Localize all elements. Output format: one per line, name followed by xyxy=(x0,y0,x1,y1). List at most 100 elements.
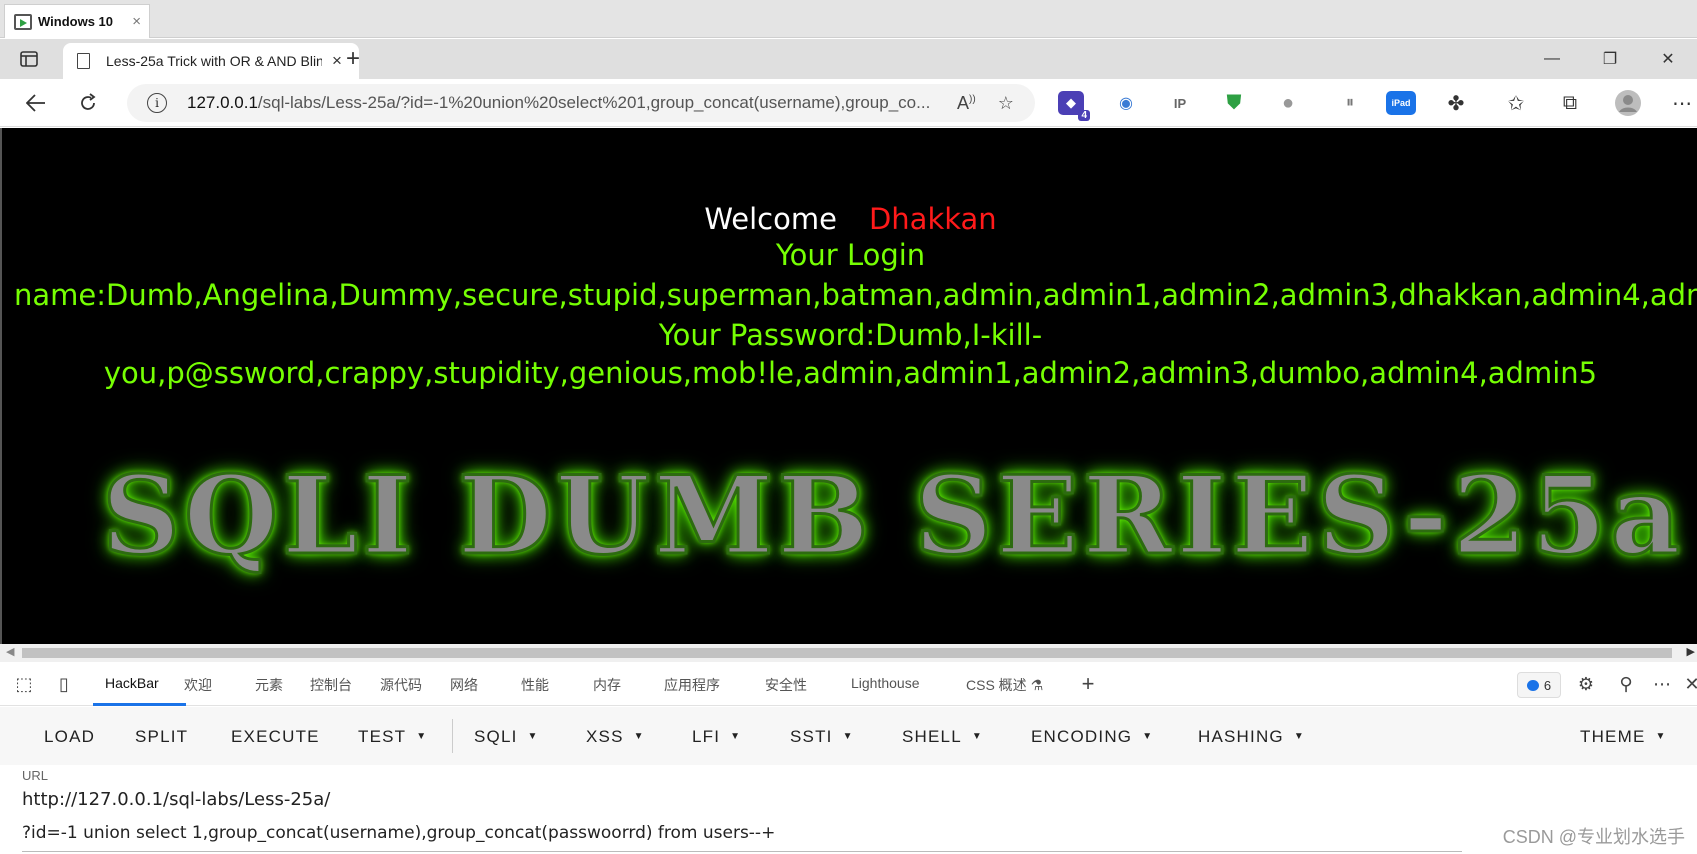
shell-label: SHELL xyxy=(902,727,962,746)
address-host: 127.0.0.1 xyxy=(187,93,258,112)
tab-welcome[interactable]: 欢迎 xyxy=(184,675,212,695)
tab-network[interactable]: 网络 xyxy=(450,675,478,695)
restore-button[interactable]: ❐ xyxy=(1581,39,1639,79)
tab-hackbar[interactable]: HackBar xyxy=(105,675,159,691)
tab-performance[interactable]: 性能 xyxy=(521,675,549,695)
extensions-icon[interactable]: ✤ xyxy=(1440,87,1472,119)
minimize-button[interactable]: — xyxy=(1523,39,1581,79)
ssti-label: SSTI xyxy=(790,727,833,746)
chevron-down-icon: ▼ xyxy=(527,731,539,742)
flask-icon: ⚗ xyxy=(1030,677,1044,693)
xss-dropdown[interactable]: XSS ▼ xyxy=(586,727,645,747)
test-dropdown[interactable]: TEST ▼ xyxy=(358,727,427,747)
close-devtools-icon[interactable]: ✕ xyxy=(1680,672,1697,696)
hackbar-toolbar: LOAD SPLIT EXECUTE TEST ▼ SQLI ▼ XSS ▼ LFI ▼… xyxy=(0,707,1697,765)
encoding-dropdown[interactable]: ENCODING ▼ xyxy=(1031,727,1153,747)
toolbar-divider xyxy=(452,719,453,753)
inspect-element-icon[interactable]: ⬚ xyxy=(12,672,36,696)
chevron-down-icon: ▼ xyxy=(416,731,428,742)
tab-css-overview[interactable]: CSS 概述 ⚗ xyxy=(966,675,1043,695)
favorites-icon[interactable]: ✩ xyxy=(1500,87,1532,119)
user-name: Dhakkan xyxy=(868,202,997,236)
execute-button[interactable]: EXECUTE xyxy=(231,727,320,747)
vm-tab-close-icon[interactable]: × xyxy=(132,13,141,30)
password-line-1: Your Password:Dumb,I-kill- xyxy=(658,318,1043,352)
shell-dropdown[interactable]: SHELL ▼ xyxy=(902,727,983,747)
url-label: URL xyxy=(22,768,49,783)
lfi-label: LFI xyxy=(692,727,721,746)
horizontal-scrollbar[interactable]: ◀ ▶ xyxy=(0,644,1697,662)
add-favorite-icon[interactable]: ☆ xyxy=(998,93,1014,114)
active-tab-indicator xyxy=(93,703,186,706)
tab-console[interactable]: 控制台 xyxy=(310,675,352,695)
tab-security[interactable]: 安全性 xyxy=(765,675,807,695)
scroll-left-icon[interactable]: ◀ xyxy=(6,645,14,658)
hashing-dropdown[interactable]: HASHING ▼ xyxy=(1198,727,1305,747)
issues-count: 6 xyxy=(1543,677,1552,693)
customize-icon[interactable]: ⚲ xyxy=(1614,672,1638,696)
scroll-right-icon[interactable]: ▶ xyxy=(1687,645,1695,658)
login-heading: Your Login xyxy=(775,238,926,272)
more-options-icon[interactable]: ⋯ xyxy=(1666,87,1697,119)
close-window-button[interactable]: ✕ xyxy=(1639,39,1697,79)
circle-extension-icon[interactable]: ● xyxy=(1272,87,1304,119)
welcome-text: Welcome xyxy=(704,202,837,236)
read-aloud-icon[interactable]: A)) xyxy=(957,93,976,114)
browser-toolbar: i 127.0.0.1/sql-labs/Less-25a/?id=-1%20u… xyxy=(0,79,1697,127)
tab-sources[interactable]: 源代码 xyxy=(380,675,422,695)
csdn-watermark: CSDN @专业划水选手 xyxy=(1502,827,1685,847)
web-page: Welcome Dhakkan Your Login name:Dumb,Ange… xyxy=(0,128,1697,644)
ipad-extension-icon[interactable]: iPad xyxy=(1386,91,1416,115)
browser-tab-strip: Less-25a Trick with OR & AND Blind × + —… xyxy=(0,39,1697,79)
site-info-icon[interactable]: i xyxy=(147,93,167,113)
hackbar-url-pane: URL http://127.0.0.1/sql-labs/Less-25a/ … xyxy=(0,765,1697,854)
tab-application[interactable]: 应用程序 xyxy=(664,675,720,695)
tab-actions-icon[interactable] xyxy=(14,45,44,73)
device-emulation-icon[interactable]: ▯ xyxy=(52,672,76,696)
sqli-label: SQLI xyxy=(474,727,518,746)
tab-elements[interactable]: 元素 xyxy=(255,675,283,695)
add-panel-button[interactable]: + xyxy=(1076,671,1100,696)
extension-badge: 4 xyxy=(1078,110,1090,121)
url-textarea-line-1[interactable]: http://127.0.0.1/sql-labs/Less-25a/ xyxy=(22,789,330,810)
shield-extension-icon[interactable]: ⛊ xyxy=(1218,87,1250,119)
chevron-down-icon: ▼ xyxy=(1142,731,1154,742)
chevron-down-icon: ▼ xyxy=(633,731,645,742)
browser-tab-active[interactable]: Less-25a Trick with OR & AND Blind × xyxy=(63,43,359,79)
sqli-banner-image: SQLI DUMB SERIES-25a xyxy=(101,453,1685,579)
back-icon[interactable] xyxy=(20,87,52,119)
eye-extension-icon[interactable]: ◉ xyxy=(1110,87,1142,119)
load-button[interactable]: LOAD xyxy=(44,727,95,747)
vm-tab[interactable]: Windows 10 × xyxy=(4,4,150,38)
chevron-down-icon: ▼ xyxy=(971,731,983,742)
sqli-dropdown[interactable]: SQLI ▼ xyxy=(474,727,539,747)
issues-badge[interactable]: 6 xyxy=(1517,672,1561,698)
lfi-dropdown[interactable]: LFI ▼ xyxy=(692,727,741,747)
browser-tab-title: Less-25a Trick with OR & AND Blind xyxy=(106,53,322,69)
new-tab-button[interactable]: + xyxy=(338,45,368,73)
split-button[interactable]: SPLIT xyxy=(135,727,188,747)
vm-title-bar: Windows 10 × xyxy=(0,0,1697,38)
password-line-2: you,p@ssword,crappy,stupidity,genious,mo… xyxy=(103,356,1598,390)
settings-gear-icon[interactable]: ⚙ xyxy=(1574,672,1598,696)
ip-extension-icon[interactable]: IP xyxy=(1164,87,1196,119)
refresh-icon[interactable] xyxy=(72,87,104,119)
url-textarea-line-2[interactable]: ?id=-1 union select 1,group_concat(usern… xyxy=(22,823,775,843)
theme-dropdown[interactable]: THEME ▼ xyxy=(1580,727,1667,747)
welcome-line: Welcome Dhakkan xyxy=(2,202,1697,236)
devtools-more-icon[interactable]: ⋯ xyxy=(1650,672,1674,696)
profile-avatar[interactable] xyxy=(1612,87,1644,119)
chevron-down-icon: ▼ xyxy=(1655,731,1667,742)
translate-extension-icon[interactable]: ⏸ xyxy=(1334,87,1366,119)
xss-label: XSS xyxy=(586,727,624,746)
window-controls: — ❐ ✕ xyxy=(1523,39,1697,79)
ssti-dropdown[interactable]: SSTI ▼ xyxy=(790,727,854,747)
collections-icon[interactable]: ⧉ xyxy=(1554,87,1586,119)
tab-lighthouse[interactable]: Lighthouse xyxy=(851,675,920,691)
tab-memory[interactable]: 内存 xyxy=(593,675,621,695)
scrollbar-thumb[interactable] xyxy=(22,648,1672,658)
login-names: name:Dumb,Angelina,Dummy,secure,stupid,s… xyxy=(14,278,1697,312)
address-bar[interactable]: i 127.0.0.1/sql-labs/Less-25a/?id=-1%20u… xyxy=(127,84,1035,122)
purple-extension-icon[interactable]: ◆ 4 xyxy=(1058,91,1090,121)
page-icon xyxy=(77,53,90,69)
